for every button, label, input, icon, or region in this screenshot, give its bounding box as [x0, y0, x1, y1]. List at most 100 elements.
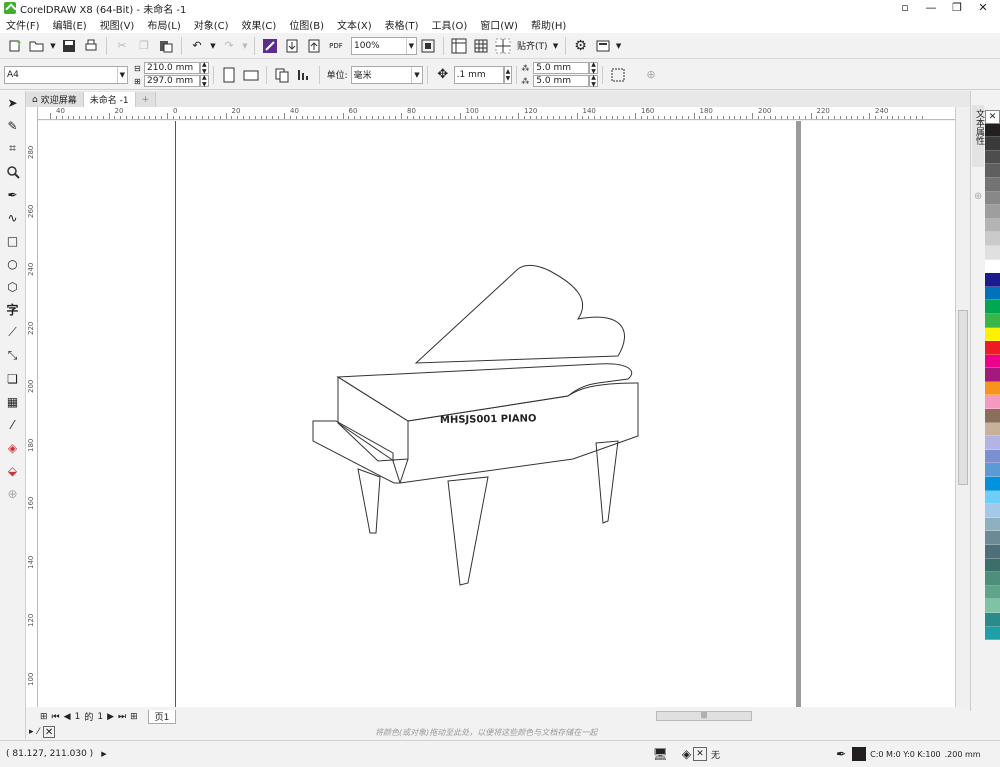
eyedropper-icon[interactable]: ⁄	[38, 727, 40, 737]
outline-color-swatch[interactable]	[852, 747, 867, 761]
color-swatch[interactable]	[985, 259, 1000, 274]
vertical-ruler[interactable]: 28026024022020018016014012010080	[26, 107, 38, 707]
color-swatch[interactable]	[985, 477, 1000, 491]
new-tab-button[interactable]: +	[135, 92, 157, 107]
no-color-swatch[interactable]: ✕	[985, 110, 1000, 124]
color-swatch[interactable]	[985, 218, 1000, 233]
rectangle-tool-icon[interactable]: □	[0, 229, 25, 252]
undo-dropdown-icon[interactable]: ▼	[209, 36, 217, 56]
undo-icon[interactable]: ↶	[187, 36, 207, 56]
menu-table[interactable]: 表格(T)	[385, 17, 419, 32]
color-swatch[interactable]	[985, 626, 1000, 641]
connector-tool-icon[interactable]: ⤡	[0, 344, 25, 367]
copy-icon[interactable]: ❐	[134, 36, 154, 56]
show-guidelines-icon[interactable]	[493, 36, 513, 56]
save-icon[interactable]	[59, 36, 79, 56]
color-swatch[interactable]	[985, 599, 1000, 613]
horizontal-scroll-thumb[interactable]: |||	[656, 711, 752, 721]
import-icon[interactable]	[282, 36, 302, 56]
publish-pdf-icon[interactable]: PDF	[326, 36, 346, 56]
menu-tools[interactable]: 工具(O)	[432, 17, 468, 32]
zoom-tool-icon[interactable]	[0, 160, 25, 183]
nudge-distance-stepper[interactable]: ▲ ▼	[503, 65, 513, 84]
freehand-tool-icon[interactable]: ✒	[0, 183, 25, 206]
color-swatch[interactable]	[985, 286, 1000, 301]
color-swatch[interactable]	[985, 273, 1000, 287]
color-swatch[interactable]	[985, 517, 1000, 532]
redo-icon[interactable]: ↷	[219, 36, 239, 56]
menu-help[interactable]: 帮助(H)	[531, 17, 566, 32]
color-swatch[interactable]	[985, 313, 1000, 328]
color-swatch[interactable]	[985, 395, 1000, 410]
menu-window[interactable]: 窗口(W)	[480, 17, 518, 32]
vertical-scrollbar[interactable]	[955, 107, 970, 707]
add-page-after-icon[interactable]: ⊞	[130, 712, 138, 722]
docker-add-icon[interactable]: ⊕	[974, 191, 982, 202]
close-button[interactable]: ✕	[970, 0, 996, 16]
color-swatch[interactable]	[985, 572, 1000, 586]
text-tool-icon[interactable]: 字	[0, 298, 25, 321]
restore-button[interactable]: ❐	[944, 0, 970, 16]
color-swatch[interactable]	[985, 436, 1000, 450]
color-swatch[interactable]	[985, 245, 1000, 260]
horizontal-ruler[interactable]: 40 20 0 20 40 60 80 100 120 140 160 180 200 220 240	[38, 107, 970, 120]
new-document-icon[interactable]: +	[5, 36, 25, 56]
snap-dropdown-icon[interactable]: ▼	[552, 36, 560, 56]
paste-icon[interactable]	[156, 36, 176, 56]
menu-bitmap[interactable]: 位图(B)	[289, 17, 324, 32]
pick-tool-icon[interactable]: ➤	[0, 91, 25, 114]
menu-view[interactable]: 视图(V)	[100, 17, 135, 32]
crop-tool-icon[interactable]: ⌗	[0, 137, 25, 160]
redo-dropdown-icon[interactable]: ▼	[241, 36, 249, 56]
cut-icon[interactable]: ✂	[112, 36, 132, 56]
full-screen-icon[interactable]	[418, 36, 438, 56]
add-tool-icon[interactable]: ⊕	[0, 482, 25, 505]
tab-welcome-screen[interactable]: ⌂ 欢迎屏幕	[26, 92, 84, 107]
color-swatch[interactable]	[985, 585, 1000, 600]
snap-to-label[interactable]: 贴齐(T)	[517, 39, 548, 52]
page-width-input[interactable]: 210.0 mm	[144, 62, 200, 74]
add-item-icon[interactable]: ⊕	[641, 65, 661, 85]
page-height-input[interactable]: 297.0 mm	[144, 75, 200, 87]
color-swatch[interactable]	[985, 232, 1000, 246]
nudge-distance-input[interactable]: .1 mm	[453, 65, 504, 84]
color-swatch[interactable]	[985, 123, 1000, 138]
color-swatch[interactable]	[985, 300, 1000, 314]
color-swatch[interactable]	[985, 137, 1000, 151]
landscape-icon[interactable]	[241, 65, 261, 85]
menu-file[interactable]: 文件(F)	[6, 17, 40, 32]
ellipse-tool-icon[interactable]: ○	[0, 252, 25, 275]
page-border-icon[interactable]	[608, 65, 628, 85]
color-swatch[interactable]	[985, 531, 1000, 545]
color-swatch[interactable]	[985, 164, 1000, 178]
tab-untitled-1[interactable]: 未命名 -1	[83, 92, 136, 107]
shape-tool-icon[interactable]: ✎	[0, 114, 25, 137]
portrait-icon[interactable]	[219, 65, 239, 85]
all-pages-icon[interactable]	[272, 65, 292, 85]
next-page-icon[interactable]: ▶	[107, 712, 114, 722]
color-swatch[interactable]	[985, 422, 1000, 437]
status-expand-icon[interactable]: ▶	[101, 750, 106, 758]
show-rulers-icon[interactable]	[449, 36, 469, 56]
eyedropper-tool-icon[interactable]: ⁄	[0, 413, 25, 436]
color-swatch[interactable]	[985, 504, 1000, 518]
transparency-tool-icon[interactable]: ▦	[0, 390, 25, 413]
duplicate-y-stepper[interactable]: ▲ ▼	[589, 74, 598, 88]
open-dropdown-icon[interactable]: ▼	[49, 36, 57, 56]
duplicate-y-input[interactable]: 5.0 mm	[533, 75, 590, 87]
vertical-scroll-thumb[interactable]	[958, 310, 968, 485]
color-swatch[interactable]	[985, 150, 1000, 165]
search-content-icon[interactable]	[260, 36, 280, 56]
color-swatch[interactable]	[985, 177, 1000, 192]
color-swatch[interactable]	[985, 354, 1000, 369]
open-folder-icon[interactable]	[27, 36, 47, 56]
duplicate-x-input[interactable]: 5.0 mm	[533, 62, 590, 74]
minimize-button[interactable]: —	[918, 0, 944, 16]
menu-edit[interactable]: 编辑(E)	[53, 17, 87, 32]
launcher-dropdown-icon[interactable]: ▼	[615, 36, 623, 56]
window-icon[interactable]: ▫	[892, 0, 918, 16]
interactive-fill-tool-icon[interactable]: ◈	[0, 436, 25, 459]
piano-drawing[interactable]: MHSJS001 PIANO	[38, 121, 955, 707]
print-icon[interactable]	[81, 36, 101, 56]
horizontal-scrollbar[interactable]: |||	[520, 709, 950, 724]
